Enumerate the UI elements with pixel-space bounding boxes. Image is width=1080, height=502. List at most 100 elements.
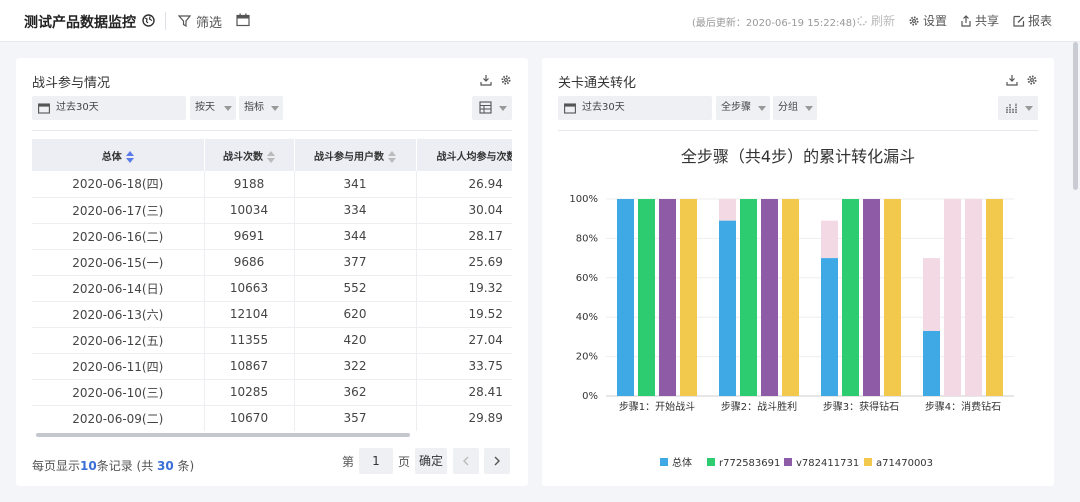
table-cell: 26.94	[416, 171, 512, 198]
page-confirm-button[interactable]: 确定	[415, 448, 447, 474]
legend-label: a71470003	[876, 458, 933, 469]
granularity-select[interactable]: 按天	[190, 96, 236, 120]
calendar-icon[interactable]	[236, 13, 250, 27]
column-header-overall[interactable]: 总体	[32, 139, 205, 171]
summary-mid: 条记录 (共	[96, 459, 158, 473]
table-cell: 322	[294, 353, 417, 380]
globe-icon[interactable]	[142, 14, 155, 27]
legend-label: 总体	[672, 456, 692, 469]
table-cell: 9188	[204, 171, 295, 198]
column-header-users[interactable]: 战斗参与用户数	[294, 139, 417, 171]
next-page-button[interactable]	[484, 448, 510, 474]
gear-icon[interactable]	[500, 74, 512, 86]
filter-icon[interactable]	[178, 14, 192, 28]
bar	[719, 220, 736, 396]
x-tick-label: 步骤4：消费钻石	[925, 400, 1001, 413]
refresh-button[interactable]: 刷新	[856, 12, 895, 29]
metric-select[interactable]: 指标	[239, 96, 283, 120]
table-cell: 10663	[204, 275, 295, 302]
column-header-avg[interactable]: 战斗人均参与次数	[416, 139, 512, 171]
table-row[interactable]: 2020-06-18(四) 9188 341 26.94	[32, 171, 512, 198]
table-cell: 2020-06-13(六)	[32, 301, 205, 328]
bar-dropoff	[821, 220, 838, 259]
y-tick-label: 100%	[569, 194, 598, 205]
bar	[659, 199, 676, 396]
per-page-count: 10	[80, 459, 97, 473]
column-header-label: 战斗参与用户数	[314, 151, 384, 163]
table-icon	[479, 101, 492, 114]
table-cell: 341	[294, 171, 417, 198]
horizontal-scrollbar[interactable]	[36, 433, 410, 437]
settings-button[interactable]: 设置	[908, 12, 947, 29]
table-row[interactable]: 2020-06-15(一) 9686 377 25.69	[32, 249, 512, 276]
gear-icon	[909, 16, 919, 26]
share-label: 共享	[975, 14, 1000, 28]
table-cell: 10670	[204, 405, 295, 431]
y-tick-label: 40%	[576, 312, 598, 323]
date-range-picker[interactable]: 过去30天	[32, 96, 186, 120]
table-row[interactable]: 2020-06-12(五) 11355 420 27.04	[32, 327, 512, 354]
table-cell: 30.04	[416, 197, 512, 224]
prev-page-button[interactable]	[453, 448, 479, 474]
table-cell: 10867	[204, 353, 295, 380]
y-tick-label: 20%	[576, 352, 598, 363]
report-button[interactable]: 报表	[1013, 12, 1052, 29]
bar	[923, 330, 940, 396]
bar	[986, 199, 1003, 396]
column-header-battles[interactable]: 战斗次数	[204, 139, 295, 171]
table-cell: 25.69	[416, 249, 512, 276]
legend-swatch	[707, 458, 715, 466]
table-row[interactable]: 2020-06-13(六) 12104 620 19.52	[32, 301, 512, 328]
table-cell: 552	[294, 275, 417, 302]
funnel-chart[interactable]: 全步骤（共4步）的累计转化漏斗 0% 20% 40% 60% 80% 100% 步骤1：开始战…	[542, 58, 1054, 486]
table-row[interactable]: 2020-06-11(四) 10867 322 33.75	[32, 353, 512, 380]
page-number-input[interactable]: 1	[359, 448, 393, 474]
legend-label: v782411731	[796, 458, 859, 469]
table-cell: 9691	[204, 223, 295, 250]
table-cell: 620	[294, 301, 417, 328]
bar	[761, 199, 778, 396]
granularity-value: 按天	[195, 102, 215, 113]
table-cell: 2020-06-18(四)	[32, 171, 205, 198]
bar-dropoff	[965, 199, 982, 396]
table-view-toggle[interactable]	[472, 96, 512, 120]
table-cell: 377	[294, 249, 417, 276]
table-cell: 344	[294, 223, 417, 250]
table-cell: 357	[294, 405, 417, 431]
battle-table[interactable]: 总体 战斗次数 战斗参与用户数 战斗人均参与次数 2020-06-18(四) 91…	[32, 139, 512, 431]
legend-swatch	[784, 458, 792, 466]
sort-icon[interactable]	[267, 150, 275, 163]
table-row[interactable]: 2020-06-16(二) 9691 344 28.17	[32, 223, 512, 250]
table-cell: 334	[294, 197, 417, 224]
page-suffix-label: 页	[398, 455, 411, 469]
chevron-down-icon	[499, 106, 507, 111]
table-cell: 2020-06-12(五)	[32, 327, 205, 354]
download-icon[interactable]	[480, 74, 492, 86]
table-cell: 2020-06-15(一)	[32, 249, 205, 276]
bar-dropoff	[944, 199, 961, 396]
table-cell: 11355	[204, 327, 295, 354]
table-cell: 28.17	[416, 223, 512, 250]
table-row[interactable]: 2020-06-09(二) 10670 357 29.89	[32, 405, 512, 431]
table-row[interactable]: 2020-06-14(日) 10663 552 19.32	[32, 275, 512, 302]
sort-icon[interactable]	[125, 150, 134, 163]
filter-button[interactable]: 筛选	[196, 12, 222, 31]
table-cell: 19.32	[416, 275, 512, 302]
bar	[638, 199, 655, 396]
panel-title: 战斗参与情况	[32, 76, 111, 91]
bar	[842, 199, 859, 396]
sort-icon[interactable]	[388, 150, 396, 163]
bar	[782, 199, 799, 396]
table-row[interactable]: 2020-06-17(三) 10034 334 30.04	[32, 197, 512, 224]
table-row[interactable]: 2020-06-10(三) 10285 362 28.41	[32, 379, 512, 406]
page-summary: 每页显示10条记录 (共 30 条)	[32, 457, 194, 474]
share-button[interactable]: 共享	[960, 12, 999, 29]
table-cell: 2020-06-11(四)	[32, 353, 205, 380]
page-scrollbar[interactable]	[1073, 42, 1078, 190]
table-cell: 27.04	[416, 327, 512, 354]
calendar-icon	[38, 103, 50, 114]
y-tick-label: 60%	[576, 273, 598, 284]
dashboard-title: 测试产品数据监控	[24, 15, 136, 31]
y-tick-label: 0%	[582, 391, 598, 402]
legend-label: r772583691	[719, 458, 780, 469]
